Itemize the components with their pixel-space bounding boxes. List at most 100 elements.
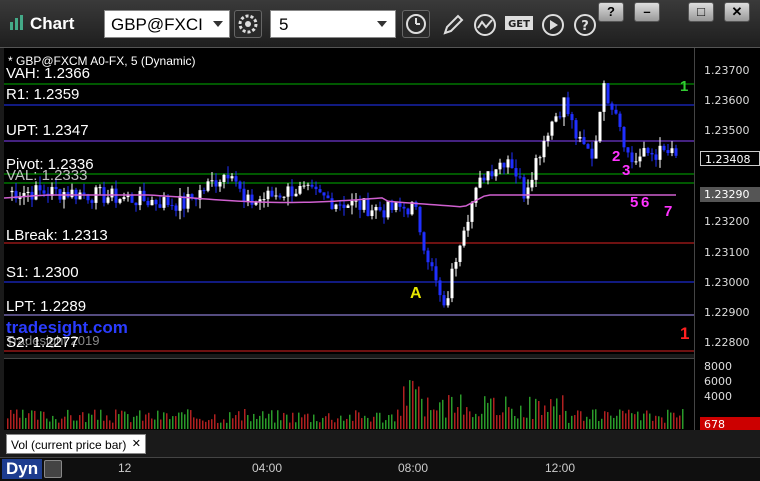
- candle-body: [178, 195, 182, 211]
- y-tick: 1.22800: [704, 336, 750, 349]
- volume-bar: [661, 417, 663, 429]
- volume-bar: [472, 417, 474, 429]
- candle-body: [354, 200, 358, 202]
- volume-bar: [385, 420, 387, 429]
- maximize-button[interactable]: □: [688, 2, 714, 22]
- marker-5: 5: [630, 194, 639, 211]
- volume-bar: [46, 418, 48, 429]
- volume-bar: [658, 416, 660, 429]
- volume-bar: [487, 402, 489, 429]
- volume-chart-canvas[interactable]: [4, 359, 694, 431]
- candle-body: [498, 162, 502, 170]
- candle-body: [298, 186, 302, 194]
- volume-bar: [358, 412, 360, 429]
- volume-bar: [151, 418, 153, 429]
- candle-body: [394, 202, 398, 210]
- marker-red-1: 1: [680, 324, 690, 343]
- volume-bar: [439, 402, 441, 429]
- volume-bar: [118, 414, 120, 429]
- volume-bar: [43, 411, 45, 429]
- volume-bar: [265, 418, 267, 429]
- volume-bar: [70, 415, 72, 429]
- volume-bar: [460, 394, 462, 429]
- get-data-icon[interactable]: GET: [504, 12, 534, 38]
- candle-body: [594, 141, 598, 159]
- indicator-icon[interactable]: [472, 12, 498, 38]
- candle-body: [370, 210, 374, 216]
- volume-bar: [604, 411, 606, 429]
- candle-body: [230, 176, 234, 179]
- volume-bar: [139, 410, 141, 429]
- settings-gear-button[interactable]: [234, 10, 262, 38]
- volume-indicator-text: Vol (current price bar): [11, 438, 127, 452]
- candle-body: [550, 121, 554, 136]
- volume-bar: [58, 422, 60, 429]
- volume-bar: [592, 409, 594, 429]
- volume-bar: [145, 414, 147, 429]
- close-icon[interactable]: ✕: [132, 437, 141, 450]
- candle-body: [510, 159, 514, 169]
- svg-text:?: ?: [581, 19, 589, 34]
- marker-3: 3: [622, 162, 631, 179]
- period-input[interactable]: 5: [270, 10, 396, 38]
- gear-icon: [238, 14, 258, 34]
- dyn-button[interactable]: Dyn: [2, 459, 43, 479]
- candle-body: [650, 152, 654, 155]
- close-button[interactable]: ✕: [724, 2, 750, 22]
- volume-tick: 8000: [704, 360, 732, 373]
- volume-bar: [229, 412, 231, 429]
- volume-bar: [292, 412, 294, 429]
- volume-bar: [202, 420, 204, 429]
- candle-body: [638, 156, 642, 162]
- minimize-button[interactable]: –: [634, 2, 660, 22]
- volume-bar: [289, 422, 291, 429]
- volume-bar: [34, 410, 36, 429]
- volume-bar: [454, 412, 456, 429]
- candle-body: [598, 111, 602, 142]
- volume-bar: [484, 396, 486, 429]
- candle-body: [202, 190, 206, 192]
- volume-bar: [142, 420, 144, 429]
- candle-body: [614, 109, 618, 114]
- volume-bar: [7, 418, 9, 429]
- volume-bar: [52, 415, 54, 429]
- volume-bar: [550, 399, 552, 429]
- candle-body: [578, 137, 582, 139]
- volume-bar: [364, 415, 366, 429]
- candle-body: [110, 188, 114, 198]
- volume-bar: [517, 418, 519, 429]
- volume-bar: [10, 409, 12, 429]
- candle-body: [602, 83, 606, 112]
- volume-indicator-label[interactable]: Vol (current price bar) ✕: [6, 434, 146, 454]
- help-window-button[interactable]: ?: [598, 2, 624, 22]
- play-icon[interactable]: [540, 12, 566, 38]
- volume-bar: [490, 398, 492, 429]
- volume-bar: [64, 416, 66, 429]
- price-chart-canvas[interactable]: [3, 48, 694, 354]
- candle-body: [82, 192, 86, 195]
- y-tick: 1.23500: [704, 124, 750, 137]
- volume-bar: [430, 410, 432, 429]
- chevron-down-icon[interactable]: [377, 21, 387, 27]
- symbol-input[interactable]: GBP@FXCI: [104, 10, 230, 38]
- volume-bar: [337, 418, 339, 429]
- level-label-s1: S1: 1.2300: [6, 264, 79, 281]
- candle-body: [458, 245, 462, 262]
- volume-bar: [73, 420, 75, 429]
- volume-bar: [112, 422, 114, 429]
- candle-body: [442, 295, 446, 306]
- volume-bar: [184, 414, 186, 429]
- volume-bar: [103, 420, 105, 429]
- chevron-down-icon[interactable]: [213, 21, 223, 27]
- candle-body: [674, 148, 678, 156]
- time-frame-button[interactable]: [402, 10, 430, 38]
- pencil-icon[interactable]: [440, 12, 466, 38]
- candle-body: [490, 171, 494, 177]
- lock-icon[interactable]: [44, 460, 62, 478]
- help-icon[interactable]: ?: [572, 12, 598, 38]
- volume-bar: [433, 409, 435, 429]
- price-chart[interactable]: [3, 48, 694, 354]
- volume-chart[interactable]: [4, 358, 694, 430]
- candle-body: [310, 184, 314, 187]
- volume-bar: [397, 409, 399, 429]
